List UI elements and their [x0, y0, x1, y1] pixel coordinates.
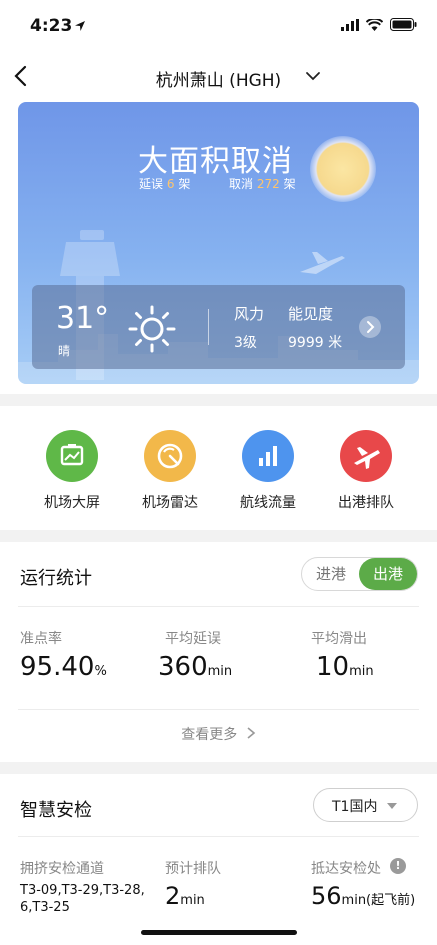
- radar-icon: [144, 430, 196, 482]
- weather-detail-button[interactable]: [359, 316, 381, 338]
- chevron-right-icon: [367, 321, 375, 333]
- shortcut-departure-queue[interactable]: 出港排队: [326, 430, 406, 512]
- shortcut-route-traffic[interactable]: 航线流量: [228, 430, 308, 512]
- terminal-value: T1国内: [332, 799, 378, 815]
- wifi-icon: [366, 18, 383, 31]
- divider: [18, 709, 419, 710]
- departure-plane-icon: [340, 430, 392, 482]
- congested-lanes-value: T3-09,T3-29,T3-28,6,T3-25: [20, 883, 145, 915]
- toggle-arrivals[interactable]: 进港: [302, 558, 360, 590]
- view-more-link[interactable]: 查看更多: [0, 724, 437, 744]
- status-time: 4:23: [30, 16, 73, 36]
- divider: [18, 836, 419, 837]
- shortcut-grid: 机场大屏 机场雷达 航线流量 出港排队: [0, 406, 437, 530]
- weather-divider: [208, 309, 209, 345]
- shortcut-label: 航线流量: [240, 495, 296, 511]
- avg-delay-value: 360min: [158, 652, 233, 682]
- temperature: 31°: [56, 301, 110, 336]
- queue-time-value: 2min: [165, 882, 205, 910]
- plane-icon: [300, 252, 345, 274]
- congested-lanes-label: 拥挤安检通道: [20, 861, 104, 877]
- wind-value: 3级: [234, 335, 257, 351]
- battery-icon: [390, 18, 417, 31]
- shortcut-label: 出港排队: [338, 495, 394, 511]
- terminal-select[interactable]: T1国内: [313, 788, 418, 822]
- cancel-count: 取消 272 架: [229, 177, 296, 191]
- direction-toggle: 进港 出港: [301, 557, 418, 591]
- arrive-security-label: 抵达安检处: [311, 861, 381, 877]
- caret-down-icon: [387, 803, 397, 809]
- toggle-departures[interactable]: 出港: [359, 558, 417, 590]
- weather-panel[interactable]: 31° 晴 风力 3级 能见度 9999 米: [32, 285, 405, 369]
- bar-chart-icon: [242, 430, 294, 482]
- shortcut-label: 机场雷达: [142, 495, 198, 511]
- sun-illustration: [310, 136, 376, 202]
- airport-status-card: 大面积取消 延误 6 架 取消 272 架 31° 晴 风力 3级 能见度 99…: [18, 102, 419, 384]
- airport-status-text: 大面积取消: [138, 144, 293, 179]
- visibility-label: 能见度: [288, 305, 334, 323]
- section-title: 智慧安检: [20, 800, 92, 821]
- on-time-value: 95.40%: [20, 652, 107, 682]
- home-indicator: [141, 930, 297, 935]
- hero-section: 大面积取消 延误 6 架 取消 272 架 31° 晴 风力 3级 能见度 99…: [0, 100, 437, 394]
- wind-label: 风力: [234, 305, 265, 323]
- chevron-down-icon[interactable]: [305, 68, 321, 84]
- location-arrow-icon: [75, 21, 85, 31]
- shortcut-label: 机场大屏: [44, 495, 100, 511]
- on-time-label: 准点率: [20, 631, 62, 647]
- shortcut-airport-radar[interactable]: 机场雷达: [130, 430, 210, 512]
- signal-icon: [341, 18, 359, 31]
- visibility-value: 9999 米: [288, 335, 343, 351]
- shortcut-airport-screen[interactable]: 机场大屏: [32, 430, 112, 512]
- divider: [18, 606, 419, 607]
- airport-screen-icon: [46, 430, 98, 482]
- chevron-right-icon: [247, 727, 255, 739]
- operation-stats-section: 运行统计 进港 出港 准点率 95.40% 平均延误 360min 平均滑出 1…: [0, 542, 437, 762]
- weather-condition: 晴: [58, 344, 71, 358]
- section-title: 运行统计: [20, 568, 92, 589]
- queue-time-label: 预计排队: [165, 861, 221, 877]
- status-bar: 4:23: [0, 0, 437, 54]
- arrive-security-value: 56min(起飞前): [311, 882, 416, 910]
- delay-count: 延误 6 架: [139, 177, 191, 191]
- avg-taxi-label: 平均滑出: [311, 631, 367, 647]
- avg-delay-label: 平均延误: [165, 631, 221, 647]
- nav-bar: 杭州萧山 (HGH): [0, 54, 437, 100]
- avg-taxi-value: 10min: [316, 652, 374, 682]
- smart-security-section: 智慧安检 T1国内 拥挤安检通道 T3-09,T3-29,T3-28,6,T3-…: [0, 774, 437, 945]
- airport-title[interactable]: 杭州萧山 (HGH): [0, 66, 437, 91]
- sunny-icon: [128, 305, 176, 353]
- info-icon[interactable]: !: [390, 858, 406, 874]
